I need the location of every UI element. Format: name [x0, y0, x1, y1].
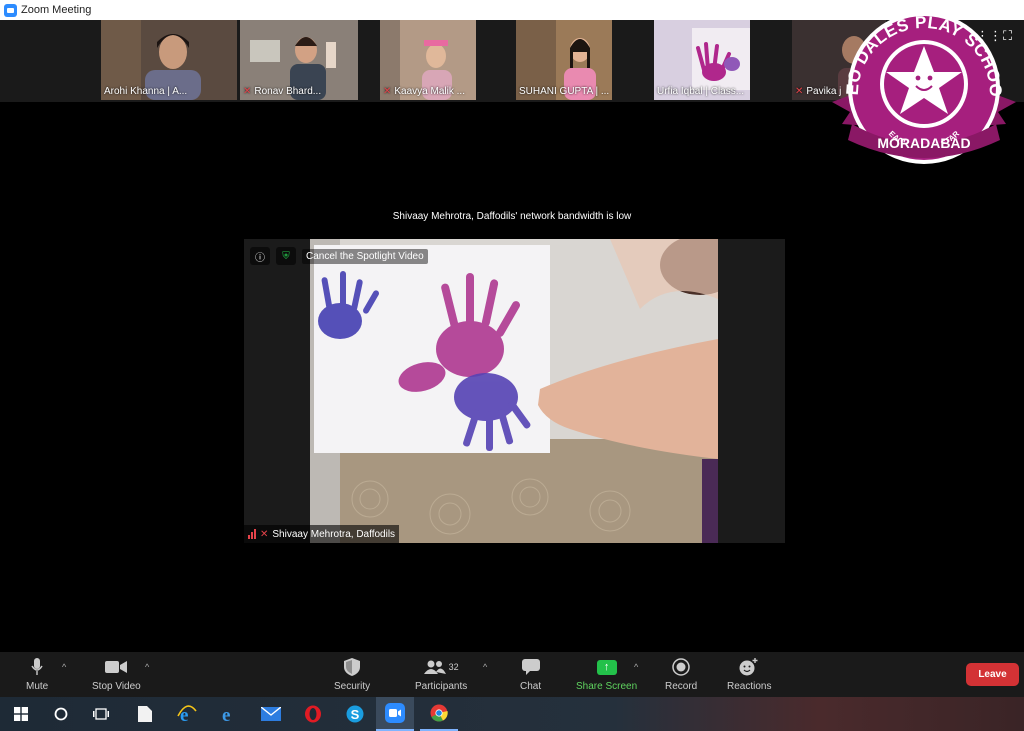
info-icon[interactable]: ⓘ: [250, 247, 270, 265]
spotlight-name-label: ✕ Shivaay Mehrotra, Daffodils: [244, 525, 400, 543]
search-circle-icon[interactable]: [42, 697, 80, 731]
participant-tile-3[interactable]: ✕ Kaavya Malik ...: [380, 20, 476, 100]
windows-start-icon[interactable]: [2, 697, 40, 731]
spotlight-video-area[interactable]: ⓘ ⛨ Cancel the Spotlight Video ✕ Shivaay…: [244, 239, 785, 543]
svg-text:S: S: [351, 707, 360, 722]
participant-tile-5[interactable]: Urfia Iqbal | Class...: [654, 20, 750, 100]
zoom-taskbar-icon[interactable]: [376, 697, 414, 731]
share-screen-arrow-icon: ↑: [596, 659, 617, 675]
participants-button[interactable]: 32 Participants: [415, 657, 467, 692]
reactions-button[interactable]: Reactions: [727, 657, 771, 692]
file-icon[interactable]: [126, 697, 164, 731]
internet-explorer-icon[interactable]: e: [168, 697, 206, 731]
mic-muted-icon: ✕: [383, 86, 392, 97]
video-options-caret-icon[interactable]: ^: [145, 662, 149, 672]
skype-icon[interactable]: S: [336, 697, 374, 731]
mute-button[interactable]: Mute: [26, 657, 48, 692]
spotlight-video: [310, 239, 718, 543]
window-title: Zoom Meeting: [21, 4, 92, 16]
spotlight-overlay: ⓘ ⛨ Cancel the Spotlight Video: [250, 247, 428, 265]
mic-muted-icon: ✕: [795, 86, 804, 97]
mail-icon[interactable]: [252, 697, 290, 731]
record-button[interactable]: Record: [665, 657, 697, 692]
participants-icon: 32: [423, 657, 459, 677]
participant-tile-4[interactable]: SUHANI GUPTA | ...: [516, 20, 612, 100]
participant-name-5: Urfia Iqbal | Class...: [657, 86, 745, 97]
share-screen-button[interactable]: ↑ Share Screen: [576, 657, 637, 692]
participant-name-4: SUHANI GUPTA | ...: [519, 86, 610, 97]
participant-tile-2[interactable]: ✕ Ronav Bhard...: [240, 20, 358, 100]
chrome-browser-icon[interactable]: [420, 697, 458, 731]
smiley-icon: [739, 657, 759, 677]
video-camera-icon: [105, 657, 128, 677]
chat-button[interactable]: Chat: [520, 657, 541, 692]
audio-options-caret-icon[interactable]: ^: [62, 662, 66, 672]
mic-muted-icon: ✕: [260, 528, 269, 540]
participant-count: 32: [448, 662, 459, 672]
shield-icon: [344, 657, 361, 677]
share-options-caret-icon[interactable]: ^: [634, 662, 638, 672]
svg-text:e: e: [222, 705, 230, 723]
participant-name-3: ✕ Kaavya Malik ...: [383, 86, 465, 97]
signal-strength-icon: [248, 529, 256, 539]
zoom-app-icon: [4, 3, 17, 17]
bandwidth-notice: Shivaay Mehrotra, Daffodils' network ban…: [392, 211, 632, 222]
shield-check-icon[interactable]: ⛨: [276, 247, 296, 265]
participant-tile-1[interactable]: ✕Arohi Khanna | A...: [101, 20, 237, 100]
participant-name-2: ✕ Ronav Bhard...: [243, 86, 322, 97]
school-logo: NEO DALES PLAY SCHOOL EACH CHILD A STAR …: [828, 6, 1016, 164]
mic-muted-icon: ✕: [243, 86, 252, 97]
microphone-icon: [31, 657, 43, 677]
record-icon: [672, 657, 690, 677]
leave-button[interactable]: Leave: [966, 663, 1019, 686]
participant-name-1: ✕Arohi Khanna | A...: [104, 86, 188, 97]
edge-browser-icon[interactable]: e: [210, 697, 248, 731]
windows-taskbar: e e S: [0, 697, 1024, 731]
meeting-toolbar: Mute ^ Stop Video ^ Security 32 Particip…: [0, 652, 1024, 697]
chat-bubble-icon: [521, 657, 540, 677]
security-button[interactable]: Security: [334, 657, 370, 692]
cancel-spotlight-button[interactable]: Cancel the Spotlight Video: [302, 248, 428, 264]
stop-video-button[interactable]: Stop Video: [92, 657, 141, 692]
participants-caret-icon[interactable]: ^: [483, 662, 487, 672]
logo-city: MORADABAD: [877, 135, 970, 151]
task-view-icon[interactable]: [82, 697, 120, 731]
opera-browser-icon[interactable]: [294, 697, 332, 731]
